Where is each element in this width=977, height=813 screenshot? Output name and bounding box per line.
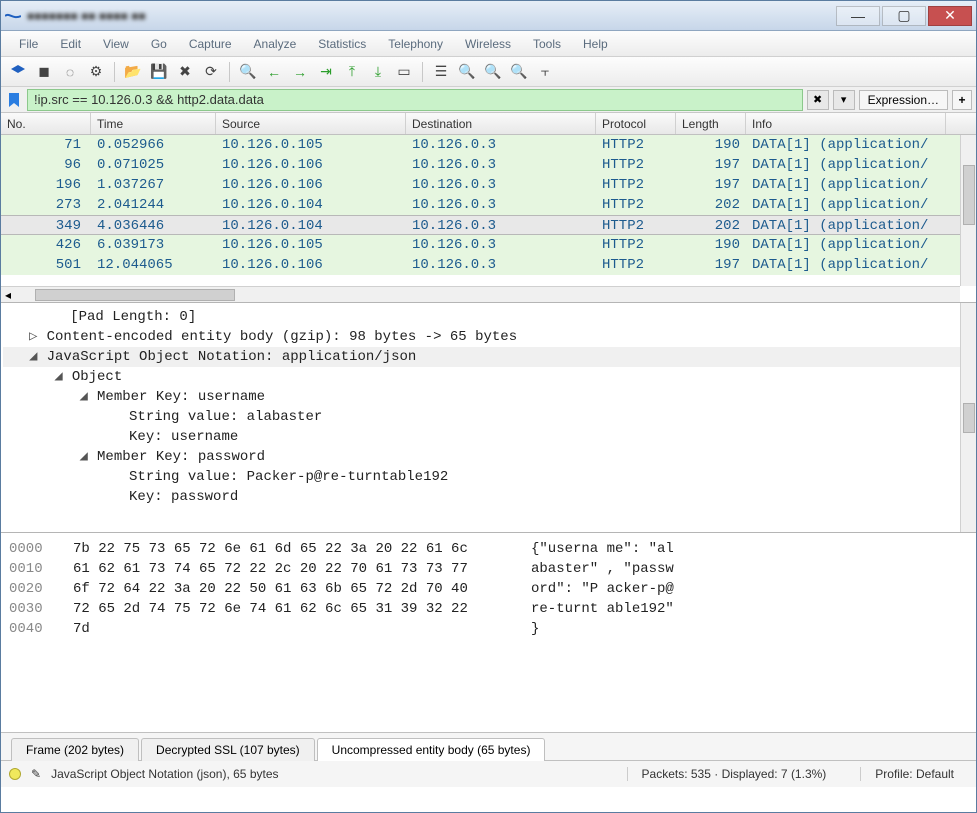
status-text: JavaScript Object Notation (json), 65 by…: [51, 767, 278, 781]
clear-filter-button[interactable]: ✖: [807, 90, 829, 110]
tab-frame[interactable]: Frame (202 bytes): [11, 738, 139, 761]
expert-info-icon[interactable]: [9, 768, 21, 780]
expression-button[interactable]: Expression…: [859, 90, 948, 110]
edit-preferences-icon[interactable]: ✎: [31, 767, 41, 781]
hex-row[interactable]: 00206f 72 64 22 3a 20 22 50 61 63 6b 65 …: [9, 579, 968, 599]
menu-analyze[interactable]: Analyze: [244, 33, 307, 55]
maximize-button[interactable]: ▢: [882, 6, 926, 26]
packet-details: [Pad Length: 0] ▷ Content-encoded entity…: [1, 303, 976, 533]
col-no[interactable]: No.: [1, 113, 91, 134]
menu-view[interactable]: View: [93, 33, 139, 55]
menu-file[interactable]: File: [9, 33, 48, 55]
find-icon[interactable]: 🔍: [237, 61, 259, 83]
detail-member-username[interactable]: ◢ Member Key: username: [3, 387, 974, 407]
packet-list-hscrollbar[interactable]: ◂: [1, 286, 960, 302]
bytes-tabs: Frame (202 bytes) Decrypted SSL (107 byt…: [1, 733, 976, 761]
menu-help[interactable]: Help: [573, 33, 618, 55]
menu-go[interactable]: Go: [141, 33, 177, 55]
col-info[interactable]: Info: [746, 113, 946, 134]
colorize-icon[interactable]: ☰: [430, 61, 452, 83]
detail-username-value[interactable]: String value: alabaster: [3, 407, 974, 427]
app-icon: [5, 8, 21, 24]
save-file-icon[interactable]: 💾: [148, 61, 170, 83]
zoom-in-icon[interactable]: 🔍: [456, 61, 478, 83]
status-profile[interactable]: Profile: Default: [860, 767, 968, 781]
go-last-icon[interactable]: ⤓: [367, 61, 389, 83]
toolbar: ◼ ◌ ⚙ 📂 💾 ✖ ⟳ 🔍 ← → ⇥ ⤒ ⤓ ▭ ☰ 🔍 🔍 🔍 ⫟: [1, 57, 976, 87]
stop-capture-icon[interactable]: ◼: [33, 61, 55, 83]
packet-row[interactable]: 50112.04406510.126.0.10610.126.0.3HTTP21…: [1, 255, 976, 275]
zoom-out-icon[interactable]: 🔍: [482, 61, 504, 83]
col-source[interactable]: Source: [216, 113, 406, 134]
apply-filter-button[interactable]: ▾: [833, 90, 855, 110]
menu-capture[interactable]: Capture: [179, 33, 242, 55]
packet-row[interactable]: 3494.03644610.126.0.10410.126.0.3HTTP220…: [1, 215, 976, 235]
start-capture-icon[interactable]: [7, 61, 29, 83]
filter-bar: ✖ ▾ Expression… +: [1, 87, 976, 113]
detail-json[interactable]: ◢ JavaScript Object Notation: applicatio…: [3, 347, 974, 367]
minimize-button[interactable]: —: [836, 6, 880, 26]
packet-row[interactable]: 4266.03917310.126.0.10510.126.0.3HTTP219…: [1, 235, 976, 255]
status-packets: Packets: 535 · Displayed: 7 (1.3%): [627, 767, 841, 781]
packet-list: No. Time Source Destination Protocol Len…: [1, 113, 976, 303]
detail-password-key[interactable]: Key: password: [3, 487, 974, 507]
tab-uncompressed-body[interactable]: Uncompressed entity body (65 bytes): [317, 738, 546, 761]
packet-list-header: No. Time Source Destination Protocol Len…: [1, 113, 976, 135]
hex-row[interactable]: 003072 65 2d 74 75 72 6e 74 61 62 6c 65 …: [9, 599, 968, 619]
hex-row[interactable]: 00007b 22 75 73 65 72 6e 61 6d 65 22 3a …: [9, 539, 968, 559]
menu-tools[interactable]: Tools: [523, 33, 571, 55]
detail-username-key[interactable]: Key: username: [3, 427, 974, 447]
menu-statistics[interactable]: Statistics: [308, 33, 376, 55]
menubar: File Edit View Go Capture Analyze Statis…: [1, 31, 976, 57]
statusbar: ✎ JavaScript Object Notation (json), 65 …: [1, 761, 976, 787]
packet-row[interactable]: 960.07102510.126.0.10610.126.0.3HTTP2197…: [1, 155, 976, 175]
col-destination[interactable]: Destination: [406, 113, 596, 134]
details-vscrollbar[interactable]: [960, 303, 976, 532]
display-filter-input[interactable]: [27, 89, 803, 111]
col-protocol[interactable]: Protocol: [596, 113, 676, 134]
close-file-icon[interactable]: ✖: [174, 61, 196, 83]
detail-member-password[interactable]: ◢ Member Key: password: [3, 447, 974, 467]
add-filter-button[interactable]: +: [952, 90, 972, 110]
detail-gzip[interactable]: ▷ Content-encoded entity body (gzip): 98…: [3, 327, 974, 347]
auto-scroll-icon[interactable]: ▭: [393, 61, 415, 83]
packet-list-vscrollbar[interactable]: [960, 135, 976, 286]
packet-row[interactable]: 2732.04124410.126.0.10410.126.0.3HTTP220…: [1, 195, 976, 215]
detail-object[interactable]: ◢ Object: [3, 367, 974, 387]
zoom-reset-icon[interactable]: 🔍: [508, 61, 530, 83]
col-length[interactable]: Length: [676, 113, 746, 134]
go-back-icon[interactable]: ←: [263, 61, 285, 83]
go-to-packet-icon[interactable]: ⇥: [315, 61, 337, 83]
menu-telephony[interactable]: Telephony: [378, 33, 453, 55]
close-button[interactable]: ✕: [928, 6, 972, 26]
packet-row[interactable]: 710.05296610.126.0.10510.126.0.3HTTP2190…: [1, 135, 976, 155]
restart-capture-icon[interactable]: ◌: [59, 61, 81, 83]
bookmark-filter-icon[interactable]: [5, 91, 23, 109]
titlebar: ■■■■■■■ ■■ ■■■■ ■■ — ▢ ✕: [1, 1, 976, 31]
packet-row[interactable]: 1961.03726710.126.0.10610.126.0.3HTTP219…: [1, 175, 976, 195]
tab-decrypted-ssl[interactable]: Decrypted SSL (107 bytes): [141, 738, 315, 761]
resize-columns-icon[interactable]: ⫟: [534, 61, 556, 83]
detail-pad[interactable]: [Pad Length: 0]: [3, 307, 974, 327]
reload-icon[interactable]: ⟳: [200, 61, 222, 83]
packet-bytes: 00007b 22 75 73 65 72 6e 61 6d 65 22 3a …: [1, 533, 976, 733]
go-first-icon[interactable]: ⤒: [341, 61, 363, 83]
col-time[interactable]: Time: [91, 113, 216, 134]
hex-row[interactable]: 001061 62 61 73 74 65 72 22 2c 20 22 70 …: [9, 559, 968, 579]
open-file-icon[interactable]: 📂: [122, 61, 144, 83]
go-forward-icon[interactable]: →: [289, 61, 311, 83]
hex-row[interactable]: 00407d}: [9, 619, 968, 639]
menu-wireless[interactable]: Wireless: [455, 33, 521, 55]
detail-password-value[interactable]: String value: Packer-p@re-turntable192: [3, 467, 974, 487]
menu-edit[interactable]: Edit: [50, 33, 91, 55]
capture-options-icon[interactable]: ⚙: [85, 61, 107, 83]
window-title: ■■■■■■■ ■■ ■■■■ ■■: [27, 9, 836, 23]
